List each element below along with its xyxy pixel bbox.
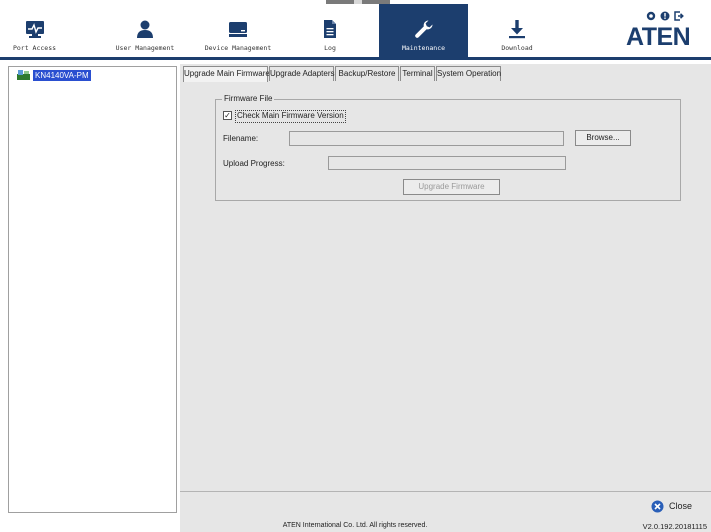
aten-logo: ATEN	[626, 23, 691, 51]
main-panel: Upgrade Main Firmware Upgrade Adapters B…	[180, 64, 711, 532]
filename-field[interactable]	[289, 131, 564, 146]
tab-backup-restore[interactable]: Backup/Restore	[335, 66, 399, 81]
upgrade-firmware-button[interactable]: Upgrade Firmware	[403, 179, 500, 195]
tab-system-operation[interactable]: System Operation	[436, 66, 501, 81]
top-navigation-bar: Port Access User Management Device Manag…	[0, 0, 711, 60]
close-label[interactable]: Close	[669, 501, 692, 511]
nav-port-access[interactable]: Port Access	[0, 4, 69, 57]
copyright-text: ATEN International Co. Ltd. All rights r…	[282, 522, 428, 529]
monitor-icon	[25, 21, 44, 38]
tab-upgrade-adapters[interactable]: Upgrade Adapters	[269, 66, 335, 81]
nav-label-download: Download	[501, 44, 533, 52]
kvm-device-icon	[17, 70, 30, 80]
nav-label-maintenance: Maintenance	[401, 44, 446, 52]
firmware-file-legend: Firmware File	[222, 94, 275, 103]
settings-icon[interactable]	[646, 11, 656, 21]
tab-content: Firmware File ✓ Check Main Firmware Vers…	[180, 82, 711, 492]
nav-log[interactable]: Log	[300, 4, 360, 57]
tree-node-label[interactable]: KN4140VA-PM	[33, 70, 91, 81]
top-right-icons	[646, 11, 706, 23]
user-icon	[137, 20, 153, 38]
download-icon	[509, 20, 525, 39]
nav-label-port-access: Port Access	[12, 44, 57, 52]
nav-user-management[interactable]: User Management	[110, 4, 180, 57]
upload-progress-bar	[328, 156, 566, 170]
check-main-firmware-label[interactable]: Check Main Firmware Version	[235, 110, 346, 123]
nav-device-management[interactable]: Device Management	[200, 4, 276, 57]
version-text: V2.0.192.20181115	[642, 522, 707, 531]
device-icon	[229, 22, 247, 37]
help-icon[interactable]	[660, 11, 670, 21]
nav-download[interactable]: Download	[485, 4, 549, 57]
tab-bar: Upgrade Main Firmware Upgrade Adapters B…	[180, 66, 711, 83]
device-tree-panel: KN4140VA-PM	[8, 66, 177, 513]
check-main-firmware-checkbox[interactable]: ✓	[223, 111, 232, 120]
firmware-file-group: Firmware File ✓ Check Main Firmware Vers…	[215, 94, 681, 201]
nav-label-device-management: Device Management	[204, 44, 272, 52]
filename-label: Filename:	[223, 134, 259, 143]
document-icon	[324, 20, 336, 38]
wrench-icon	[414, 20, 433, 38]
nav-maintenance[interactable]: Maintenance	[379, 4, 468, 57]
tab-terminal[interactable]: Terminal	[400, 66, 435, 81]
nav-label-log: Log	[324, 44, 336, 52]
close-icon	[651, 500, 664, 513]
browse-button[interactable]: Browse...	[575, 130, 631, 146]
tab-upgrade-main-firmware[interactable]: Upgrade Main Firmware	[183, 66, 270, 82]
nav-label-user-management: User Management	[115, 44, 175, 52]
logout-icon[interactable]	[674, 11, 684, 21]
upload-progress-label: Upload Progress:	[223, 159, 285, 168]
